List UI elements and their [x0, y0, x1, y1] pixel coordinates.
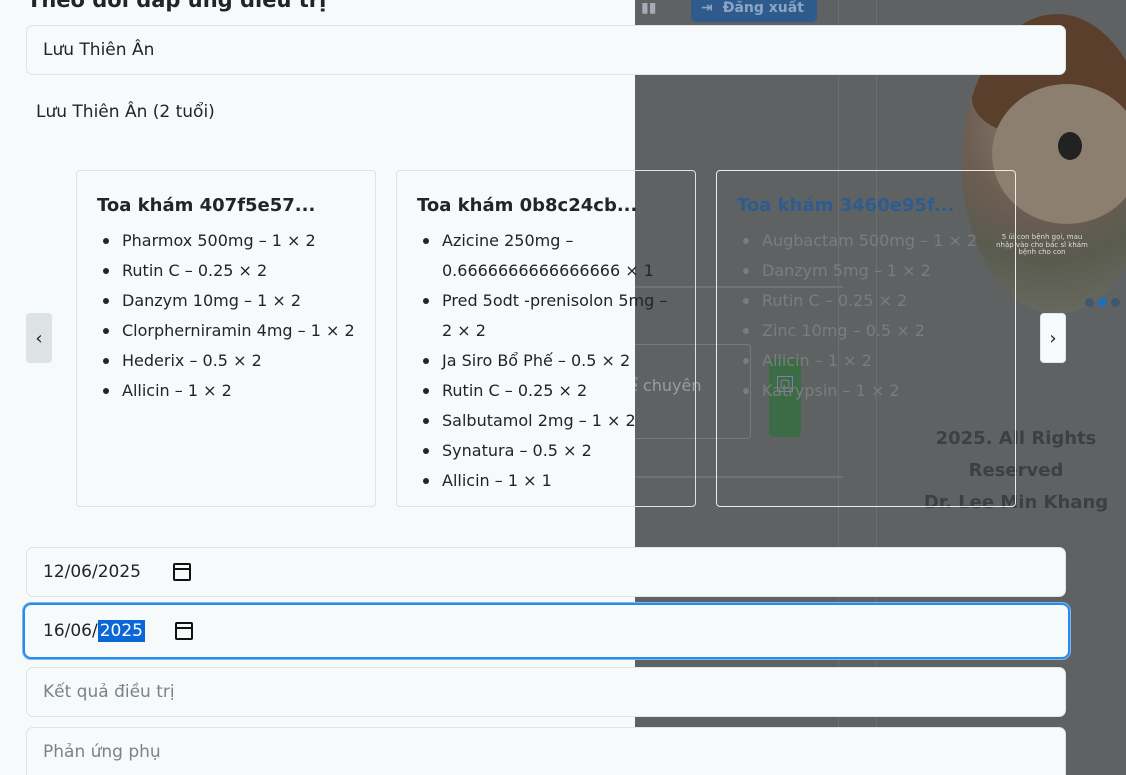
logout-icon: ⇥ [701, 0, 713, 16]
page-title: Theo dõi đáp ứng điều trị [27, 0, 327, 12]
prescription-card[interactable]: Toa khám 3460e95f... Augbactam 500mg – 1… [716, 170, 1016, 507]
end-date-year-selected[interactable]: 2025 [97, 620, 145, 642]
carousel-prev-button[interactable]: ‹ [26, 313, 52, 363]
medication-item: Rutin C – 0.25 × 2 [417, 376, 675, 406]
chevron-left-icon: ‹ [35, 327, 43, 349]
prescription-title: Toa khám 407f5e57... [97, 195, 316, 216]
calendar-icon[interactable] [175, 622, 193, 640]
patient-select-value: Lưu Thiên Ân [43, 40, 155, 60]
prescription-title: Toa khám 3460e95f... [737, 195, 955, 216]
slider-dot-active[interactable] [1098, 298, 1107, 307]
start-date-input[interactable]: 12/06/2025 [26, 547, 1066, 597]
slider-dot[interactable] [1111, 298, 1120, 307]
patient-info: Lưu Thiên Ân (2 tuổi) [36, 102, 215, 122]
treatment-result-placeholder: Kết quả điều trị [43, 682, 175, 702]
side-effect-placeholder: Phản ứng phụ [43, 742, 161, 762]
patient-select[interactable]: Lưu Thiên Ân [26, 25, 1066, 75]
end-date-input[interactable]: 16/06/2025 [23, 603, 1070, 659]
calendar-icon[interactable] [173, 563, 191, 581]
medication-item: Clorpherniramin 4mg – 1 × 2 [97, 316, 355, 346]
medication-item: Zinc 10mg – 0.5 × 2 [737, 316, 995, 346]
avatar-eye [1058, 132, 1082, 160]
medication-item: Danzym 10mg – 1 × 2 [97, 286, 355, 316]
medication-item: Rutin C – 0.25 × 2 [737, 286, 995, 316]
medication-item: Allicin – 1 × 1 [417, 466, 675, 496]
medication-item: Azicine 250mg – 0.6666666666666666 × 1 [417, 226, 675, 286]
carousel-next-button[interactable]: › [1040, 313, 1066, 363]
end-date-day-month: 16/06/ [43, 621, 98, 641]
medication-list: Augbactam 500mg – 1 × 2 Danzym 5mg – 1 ×… [737, 226, 995, 406]
prescription-card[interactable]: Toa khám 0b8c24cb... Azicine 250mg – 0.6… [396, 170, 696, 507]
medication-item: Katrypsin – 1 × 2 [737, 376, 995, 406]
medication-item: Ja Siro Bổ Phế – 0.5 × 2 [417, 346, 675, 376]
logout-button[interactable]: ⇥ Đăng xuất [691, 0, 817, 22]
start-date-value: 12/06/2025 [43, 562, 141, 582]
chevron-right-icon: › [1049, 327, 1057, 349]
medication-item: Salbutamol 2mg – 1 × 2 [417, 406, 675, 436]
chart-icon: ▮▮ [641, 0, 657, 16]
medication-item: Hederix – 0.5 × 2 [97, 346, 355, 376]
medication-item: Pharmox 500mg – 1 × 2 [97, 226, 355, 256]
medication-item: Pred 5odt -prenisolon 5mg – 2 × 2 [417, 286, 675, 346]
medication-item: Rutin C – 0.25 × 2 [97, 256, 355, 286]
prescription-card[interactable]: Toa khám 407f5e57... Pharmox 500mg – 1 ×… [76, 170, 376, 507]
medication-item: Allicin – 1 × 2 [97, 376, 355, 406]
treatment-result-input[interactable]: Kết quả điều trị [26, 667, 1066, 717]
medication-list: Pharmox 500mg – 1 × 2 Rutin C – 0.25 × 2… [97, 226, 355, 406]
logout-label: Đăng xuất [722, 0, 804, 16]
medication-item: Danzym 5mg – 1 × 2 [737, 256, 995, 286]
medication-item: Augbactam 500mg – 1 × 2 [737, 226, 995, 256]
side-effect-input[interactable]: Phản ứng phụ [26, 727, 1066, 775]
slider-dots[interactable] [1085, 298, 1120, 307]
medication-item: Synatura – 0.5 × 2 [417, 436, 675, 466]
prescription-title: Toa khám 0b8c24cb... [417, 195, 638, 216]
medication-item: Allicin – 1 × 2 [737, 346, 995, 376]
medication-list: Azicine 250mg – 0.6666666666666666 × 1 P… [417, 226, 675, 496]
slider-dot[interactable] [1085, 298, 1094, 307]
